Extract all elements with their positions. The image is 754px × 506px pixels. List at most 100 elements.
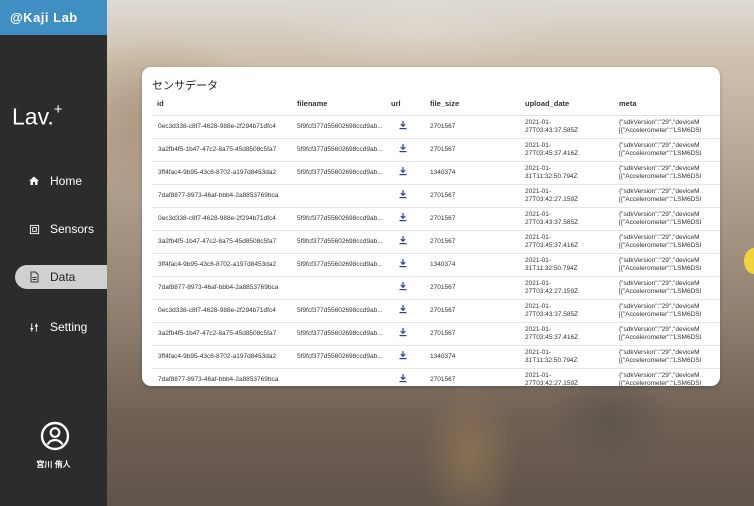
cell-meta: {"sdkVersion":"29","deviceM [{"Accelerome… xyxy=(619,230,720,254)
sensor-icon xyxy=(27,222,41,236)
meta-line-2: [{"Accelerometer":"LSM6DSl xyxy=(619,380,702,386)
meta-line-2: [{"Accelerometer":"LSM6DSl xyxy=(619,357,702,364)
download-icon[interactable] xyxy=(398,304,408,314)
meta-line-1: {"sdkVersion":"29","deviceM xyxy=(619,371,700,379)
table-row[interactable]: 3a2fb4f5-1b47-47c2-8a75-45d8508c5fa7 5f9f… xyxy=(152,322,720,346)
cell-file-size: 1340374 xyxy=(430,161,525,185)
sidebar-item-home[interactable]: Home xyxy=(0,169,107,193)
sidebar-item-label: Sensors xyxy=(50,222,95,236)
upload-date-line-1: 2021-01- xyxy=(525,141,552,149)
upload-date-line-2: 27T03:45:37.416Z xyxy=(525,242,579,249)
upload-date-line-2: 31T11:32:50.794Z xyxy=(525,173,578,180)
cell-upload-date: 2021-01- 31T11:32:50.794Z xyxy=(525,161,619,185)
table-row[interactable]: 3ff4fac4-9b95-43c6-8702-a197d8453da2 5f9f… xyxy=(152,161,720,185)
cell-file-size: 2701567 xyxy=(430,322,525,346)
meta-line-1: {"sdkVersion":"29","deviceM xyxy=(619,141,700,149)
app-logo[interactable]: Lav.+ xyxy=(12,101,63,131)
upload-date-line-1: 2021-01- xyxy=(525,325,552,333)
cell-upload-date: 2021-01- 27T03:42:27.159Z xyxy=(525,368,619,386)
cell-file-size: 1340374 xyxy=(430,253,525,277)
column-header-upload-date[interactable]: upload_date xyxy=(525,95,619,116)
sidebar-item-label: Setting xyxy=(50,320,88,334)
table-row[interactable]: 3ff4fac4-9b95-43c6-8702-a197d8453da2 5f9f… xyxy=(152,253,720,277)
data-table: id filename url file_size upload_date me… xyxy=(152,95,720,386)
download-icon[interactable] xyxy=(398,189,408,199)
sidebar-item-setting[interactable]: Setting xyxy=(0,315,107,339)
download-icon[interactable] xyxy=(398,235,408,245)
column-header-id[interactable]: id xyxy=(152,95,297,116)
avatar-icon[interactable] xyxy=(40,421,70,451)
sidebar-item-label: Data xyxy=(50,270,76,284)
upload-date-line-2: 31T11:32:50.794Z xyxy=(525,357,578,364)
cell-filename: 5f9fcf377d55602698ccd9ab... xyxy=(297,253,391,277)
cell-upload-date: 2021-01- 27T03:42:27.159Z xyxy=(525,184,619,208)
cell-file-size: 1340374 xyxy=(430,345,525,369)
cell-url xyxy=(391,322,430,346)
table-header-row: id filename url file_size upload_date me… xyxy=(152,95,720,116)
upload-date-line-1: 2021-01- xyxy=(525,164,552,172)
column-header-url[interactable]: url xyxy=(391,95,430,116)
cell-filename xyxy=(297,184,391,208)
sidebar-item-sensors[interactable]: Sensors xyxy=(0,217,107,241)
download-icon[interactable] xyxy=(398,350,408,360)
cell-filename xyxy=(297,368,391,386)
cell-id: 3ff4fac4-9b95-43c6-8702-a197d8453da2 xyxy=(152,345,297,369)
download-icon[interactable] xyxy=(398,166,408,176)
column-header-file-size[interactable]: file_size xyxy=(430,95,525,116)
cell-meta: {"sdkVersion":"29","deviceM [{"Accelerome… xyxy=(619,345,720,369)
cell-url xyxy=(391,368,430,386)
cell-upload-date: 2021-01- 27T03:43:37.585Z xyxy=(525,115,619,139)
upload-date-line-1: 2021-01- xyxy=(525,210,552,218)
meta-line-2: [{"Accelerometer":"LSM6DSl xyxy=(619,288,702,295)
table-row[interactable]: 3a2fb4f5-1b47-47c2-8a75-45d8508c5fa7 5f9f… xyxy=(152,138,720,162)
cell-upload-date: 2021-01- 31T11:32:50.794Z xyxy=(525,345,619,369)
upload-date-line-1: 2021-01- xyxy=(525,371,552,379)
meta-line-1: {"sdkVersion":"29","deviceM xyxy=(619,256,700,264)
download-icon[interactable] xyxy=(398,373,408,383)
table-row[interactable]: 0ec3d338-c8f7-4628-988e-2f294b71dfc4 5f9f… xyxy=(152,207,720,231)
cell-meta: {"sdkVersion":"29","deviceM [{"Accelerome… xyxy=(619,138,720,162)
table-row[interactable]: 0ec3d338-c8f7-4628-988e-2f294b71dfc4 5f9f… xyxy=(152,115,720,139)
download-icon[interactable] xyxy=(398,281,408,291)
cell-filename: 5f9fcf377d55602698ccd9ab... xyxy=(297,345,391,369)
download-icon[interactable] xyxy=(398,143,408,153)
table-row[interactable]: 3a2fb4f5-1b47-47c2-8a75-45d8508c5fa7 5f9f… xyxy=(152,230,720,254)
table-row[interactable]: 7daf8877-8973-46af-bbb4-2a8853769bca 2701… xyxy=(152,368,720,386)
upload-date-line-2: 27T03:42:27.159Z xyxy=(525,288,579,295)
upload-date-line-2: 27T03:42:27.159Z xyxy=(525,380,579,386)
cell-file-size: 2701567 xyxy=(430,207,525,231)
table-row[interactable]: 7daf8877-8973-46af-bbb4-2a8853769bca 2701… xyxy=(152,276,720,300)
meta-line-2: [{"Accelerometer":"LSM6DSl xyxy=(619,311,702,318)
cell-id: 3a2fb4f5-1b47-47c2-8a75-45d8508c5fa7 xyxy=(152,138,297,162)
column-header-meta[interactable]: meta xyxy=(619,95,720,116)
download-icon[interactable] xyxy=(398,258,408,268)
meta-line-1: {"sdkVersion":"29","deviceM xyxy=(619,302,700,310)
meta-line-1: {"sdkVersion":"29","deviceM xyxy=(619,348,700,356)
table-row[interactable]: 0ec3d338-c8f7-4628-988e-2f294b71dfc4 5f9f… xyxy=(152,299,720,323)
cell-file-size: 2701567 xyxy=(430,368,525,386)
cell-id: 0ec3d338-c8f7-4628-988e-2f294b71dfc4 xyxy=(152,207,297,231)
cell-filename: 5f9fcf377d55602698ccd9ab... xyxy=(297,207,391,231)
cell-url xyxy=(391,299,430,323)
card-title: センサデータ xyxy=(152,80,218,92)
upload-date-line-2: 27T03:45:37.416Z xyxy=(525,150,579,157)
cell-upload-date: 2021-01- 27T03:45:37.416Z xyxy=(525,230,619,254)
cell-meta: {"sdkVersion":"29","deviceM [{"Accelerome… xyxy=(619,299,720,323)
table-row[interactable]: 7daf8877-8973-46af-bbb4-2a8853769bca 2701… xyxy=(152,184,720,208)
cell-id: 7daf8877-8973-46af-bbb4-2a8853769bca xyxy=(152,368,297,386)
cell-url xyxy=(391,184,430,208)
cell-id: 3a2fb4f5-1b47-47c2-8a75-45d8508c5fa7 xyxy=(152,230,297,254)
sidebar-item-data[interactable]: Data xyxy=(15,265,107,289)
meta-line-2: [{"Accelerometer":"LSM6DSl xyxy=(619,265,702,272)
cell-id: 7daf8877-8973-46af-bbb4-2a8853769bca xyxy=(152,184,297,208)
download-icon[interactable] xyxy=(398,327,408,337)
table-row[interactable]: 3ff4fac4-9b95-43c6-8702-a197d8453da2 5f9f… xyxy=(152,345,720,369)
meta-line-2: [{"Accelerometer":"LSM6DSl xyxy=(619,150,702,157)
meta-line-1: {"sdkVersion":"29","deviceM xyxy=(619,164,700,172)
download-icon[interactable] xyxy=(398,212,408,222)
column-header-filename[interactable]: filename xyxy=(297,95,391,116)
upload-date-line-2: 27T03:42:27.159Z xyxy=(525,196,579,203)
meta-line-1: {"sdkVersion":"29","deviceM xyxy=(619,187,700,195)
cell-upload-date: 2021-01- 27T03:43:37.585Z xyxy=(525,299,619,323)
download-icon[interactable] xyxy=(398,120,408,130)
